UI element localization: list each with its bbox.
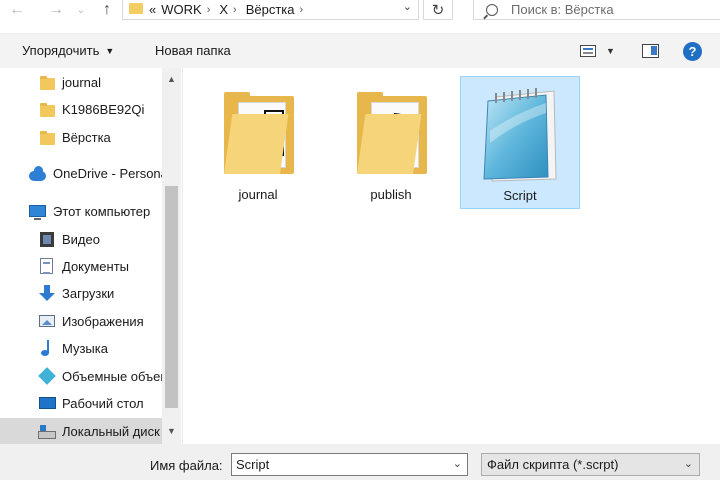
folder-item-journal[interactable]: C# XAML journal	[198, 76, 318, 209]
onedrive-icon	[29, 166, 46, 181]
chevron-down-icon: ⌄	[76, 4, 86, 16]
folder-item-publish[interactable]: publish	[331, 76, 451, 209]
pictures-icon	[39, 315, 55, 327]
sidebar-item-label: Видео	[62, 232, 100, 247]
computer-icon	[29, 205, 46, 220]
caret-down-icon: ▼	[105, 46, 115, 56]
filename-input[interactable]: Script ⌄	[231, 453, 468, 476]
sidebar-item-label: Загрузки	[62, 286, 115, 301]
filename-label: Имя файла:	[150, 458, 223, 473]
search-input[interactable]: Поиск в: Вёрстка	[511, 2, 614, 17]
scroll-down-icon[interactable]: ▼	[167, 426, 176, 436]
address-bar[interactable]: « WORK › X › Вёрстка › ⌄	[122, 0, 419, 20]
address-dropdown-icon[interactable]: ⌄	[403, 0, 412, 13]
desktop-icon	[39, 397, 56, 409]
breadcrumb-work[interactable]: WORK	[161, 2, 201, 17]
chevron-down-icon[interactable]: ⌄	[453, 457, 462, 470]
refresh-button[interactable]: ↻	[423, 0, 453, 20]
breadcrumb-overflow[interactable]: «	[149, 2, 156, 17]
folder-icon	[347, 82, 435, 182]
notepad-file-icon	[476, 83, 564, 183]
sidebar-item-label: Объемные объекты	[62, 369, 162, 384]
breadcrumb-separator-icon[interactable]: ›	[300, 4, 304, 16]
command-bar: Упорядочить ▼ Новая папка ▼ ?	[0, 34, 720, 68]
sidebar-item-onedrive[interactable]: OneDrive - Personal	[0, 160, 162, 187]
sidebar-item-label: Музыка	[62, 341, 108, 356]
sidebar-item-3d-objects[interactable]: Объемные объекты	[0, 363, 162, 390]
file-name-bar: Имя файла: Script ⌄ Файл скрипта (*.scrp…	[0, 444, 720, 480]
file-item-script[interactable]: Script	[460, 76, 580, 209]
forward-button[interactable]: →	[43, 0, 69, 20]
sidebar-item-label: journal	[62, 75, 102, 90]
sidebar-item-music[interactable]: Музыка	[0, 335, 162, 362]
organize-label: Упорядочить	[22, 43, 100, 58]
sidebar-item-k1986be92qi[interactable]: K1986BE92Qi	[0, 96, 162, 123]
help-icon[interactable]: ?	[683, 42, 702, 61]
sidebar-item-label: Рабочий стол	[62, 396, 144, 411]
folder-icon	[40, 103, 55, 117]
filename-value[interactable]: Script	[236, 457, 269, 472]
item-name: Script	[503, 188, 537, 203]
search-box[interactable]: Поиск в: Вёрстка	[473, 0, 720, 20]
breadcrumb-separator-icon[interactable]: ›	[207, 4, 211, 16]
folder-icon: C# XAML	[214, 82, 302, 182]
item-name: publish	[370, 187, 412, 202]
video-icon	[40, 232, 54, 247]
refresh-icon: ↻	[431, 1, 445, 19]
sidebar-item-local-disk[interactable]: Локальный диск (C:)	[0, 418, 162, 445]
scrollbar-thumb[interactable]	[165, 186, 178, 408]
sidebar-item-desktop[interactable]: Рабочий стол	[0, 390, 162, 417]
chevron-down-icon[interactable]: ⌄	[684, 457, 693, 470]
search-icon	[486, 3, 498, 16]
sidebar-scrollbar[interactable]: ▲ ▼	[162, 68, 181, 444]
sidebar-item-journal[interactable]: journal	[0, 69, 162, 96]
filetype-select[interactable]: Файл скрипта (*.scrpt) ⌄	[481, 453, 700, 476]
sidebar-item-label: K1986BE92Qi	[62, 102, 145, 117]
filetype-value: Файл скрипта (*.scrpt)	[487, 457, 619, 472]
sidebar-item-label: OneDrive - Personal	[53, 166, 162, 181]
sidebar-item-label: Этот компьютер	[53, 204, 151, 219]
item-name: journal	[238, 187, 278, 202]
navigation-pane: journal K1986BE92Qi Вёрстка OneDrive - P…	[0, 68, 181, 445]
folder-icon	[40, 76, 55, 90]
sidebar-item-verstka[interactable]: Вёрстка	[0, 124, 162, 151]
drive-icon	[38, 425, 56, 439]
new-folder-label: Новая папка	[155, 43, 231, 58]
sidebar-item-label: Локальный диск (C:)	[62, 424, 162, 439]
sidebar-item-documents[interactable]: Документы	[0, 253, 162, 280]
back-arrow-icon: ←	[9, 1, 25, 18]
new-folder-button[interactable]: Новая папка	[155, 43, 231, 58]
view-options-caret-icon[interactable]: ▼	[606, 46, 615, 56]
sidebar-item-this-pc[interactable]: Этот компьютер	[0, 198, 162, 225]
sidebar-item-video[interactable]: Видео	[0, 226, 162, 253]
sidebar-item-pictures[interactable]: Изображения	[0, 308, 162, 335]
breadcrumb-verstka[interactable]: Вёрстка	[246, 2, 295, 17]
documents-icon	[40, 258, 53, 274]
breadcrumb-separator-icon[interactable]: ›	[233, 4, 237, 16]
up-arrow-icon: ↑	[103, 1, 111, 18]
preview-pane-icon[interactable]	[642, 44, 659, 58]
up-button[interactable]: ↑	[94, 0, 120, 20]
folder-icon	[40, 131, 55, 145]
back-button[interactable]: ←	[4, 0, 30, 20]
address-row: ← → ⌄ ↑ « WORK › X › Вёрстка › ⌄ ↻ Поиск…	[0, 0, 720, 34]
sidebar-item-label: Изображения	[62, 314, 144, 329]
scroll-up-icon[interactable]: ▲	[167, 74, 176, 84]
recent-locations-button[interactable]: ⌄	[68, 0, 94, 20]
breadcrumb-x[interactable]: X	[219, 2, 228, 17]
sidebar-item-label: Вёрстка	[62, 130, 111, 145]
sidebar-item-downloads[interactable]: Загрузки	[0, 280, 162, 307]
organize-button[interactable]: Упорядочить ▼	[22, 43, 114, 58]
downloads-icon	[39, 285, 55, 301]
3d-objects-icon	[38, 367, 56, 385]
forward-arrow-icon: →	[48, 1, 64, 18]
change-view-icon[interactable]	[580, 45, 596, 57]
music-icon	[41, 340, 51, 356]
file-list: C# XAML journal publish	[182, 68, 720, 444]
sidebar-item-label: Документы	[62, 259, 130, 274]
folder-icon	[129, 3, 143, 14]
